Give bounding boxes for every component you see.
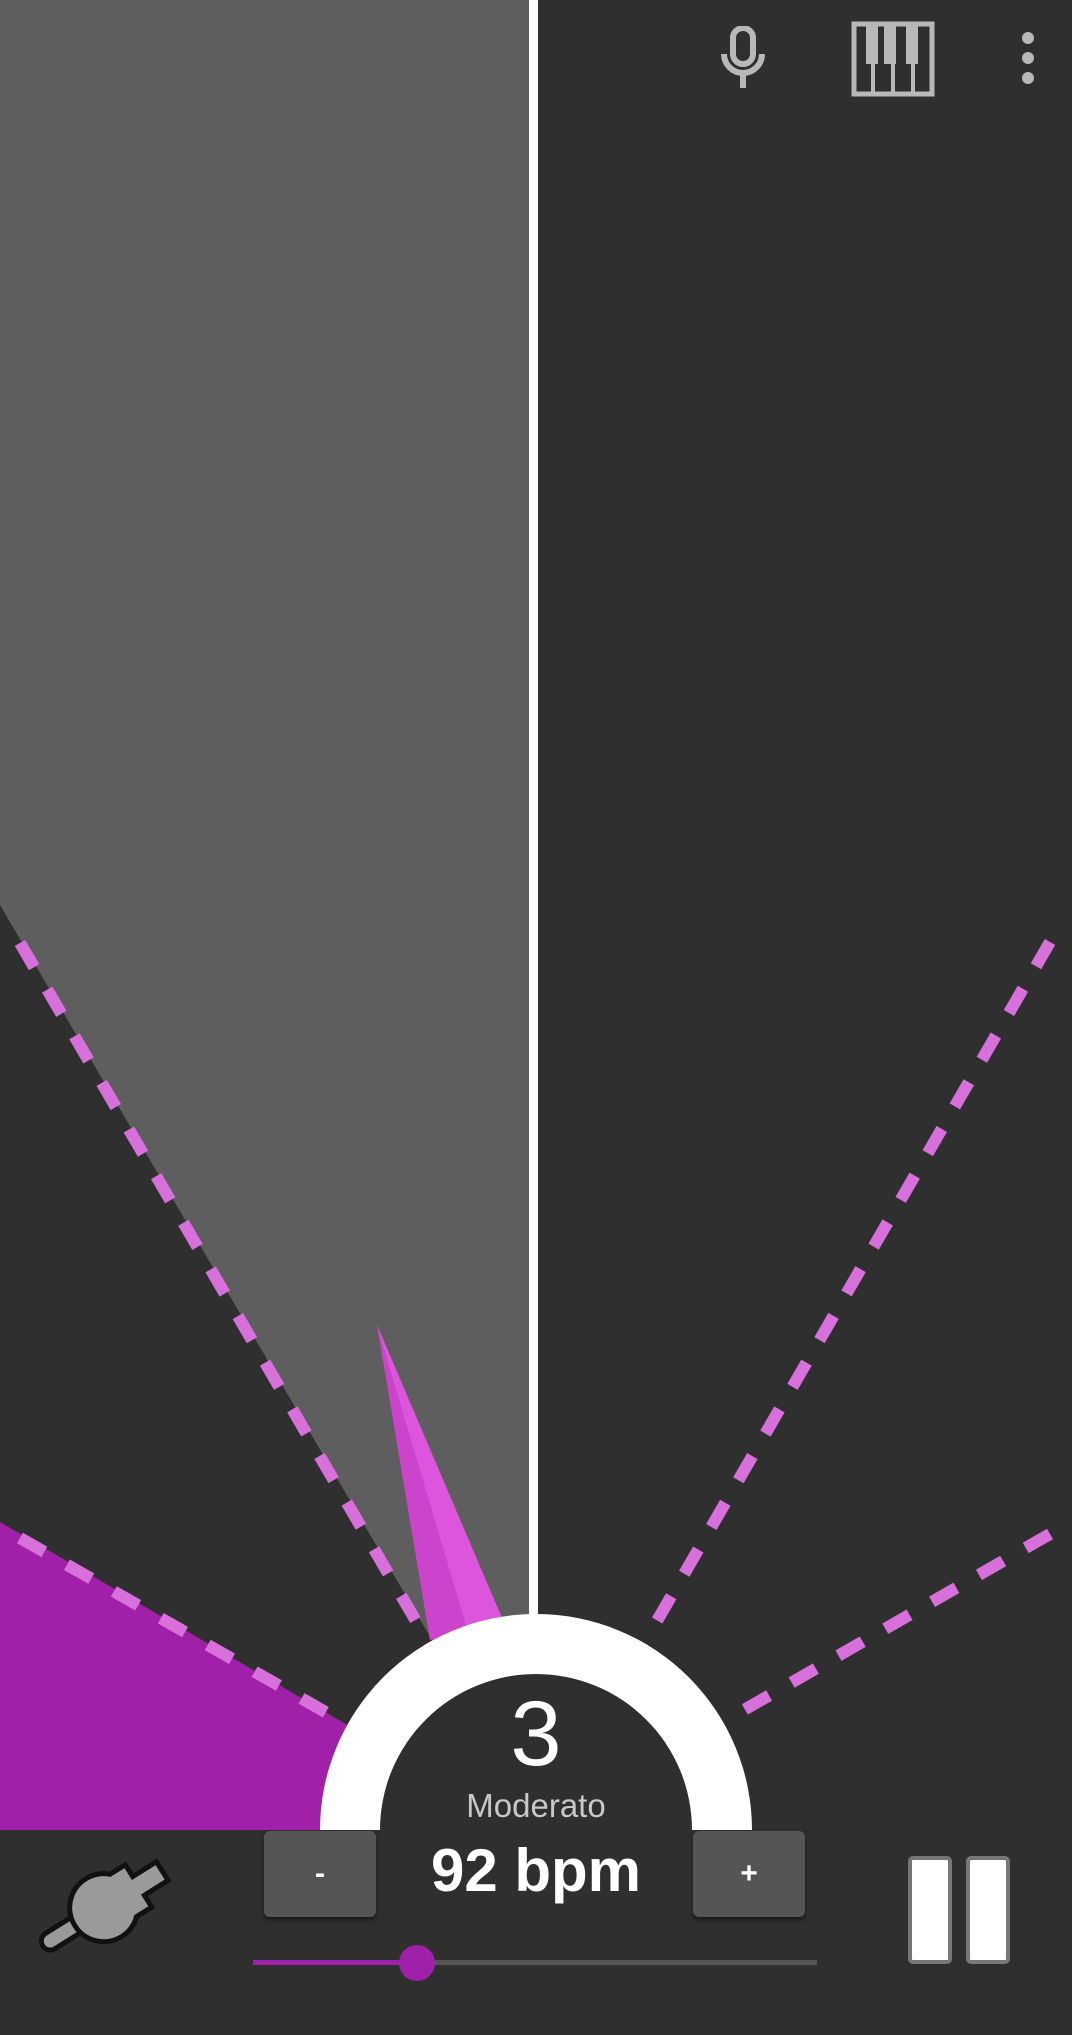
piano-keyboard-icon xyxy=(851,21,935,97)
slider-thumb[interactable] xyxy=(398,1945,435,1981)
piano-keyboard-button[interactable] xyxy=(846,18,940,100)
decrease-bpm-button[interactable]: - xyxy=(264,1831,376,1917)
wrench-icon xyxy=(38,1858,172,1953)
slider-fill xyxy=(253,1960,417,1965)
current-beat: 3 xyxy=(510,1683,562,1785)
guide-line-right-outer xyxy=(637,938,1056,1649)
increase-bpm-button[interactable]: + xyxy=(693,1831,805,1917)
swing-shade xyxy=(0,0,533,1640)
settings-button[interactable] xyxy=(22,1840,194,1970)
accent-wedge xyxy=(0,1522,356,1830)
tempo-marking: Moderato xyxy=(466,1787,606,1824)
bpm-display[interactable]: 92 bpm xyxy=(386,1836,686,1906)
tempo-slider[interactable] xyxy=(253,1938,817,1988)
metronome-screen: 3 Moderato 92 bpm - + xyxy=(0,0,1072,2035)
more-options-button[interactable] xyxy=(1002,22,1054,94)
pause-icon xyxy=(908,1856,1010,1964)
more-vertical-icon xyxy=(1022,32,1034,84)
center-line xyxy=(529,0,538,1640)
guide-line-right-inner xyxy=(720,1528,1053,1728)
microphone-icon xyxy=(721,26,765,88)
pause-button[interactable] xyxy=(904,1852,1018,1970)
microphone-button[interactable] xyxy=(705,20,781,96)
